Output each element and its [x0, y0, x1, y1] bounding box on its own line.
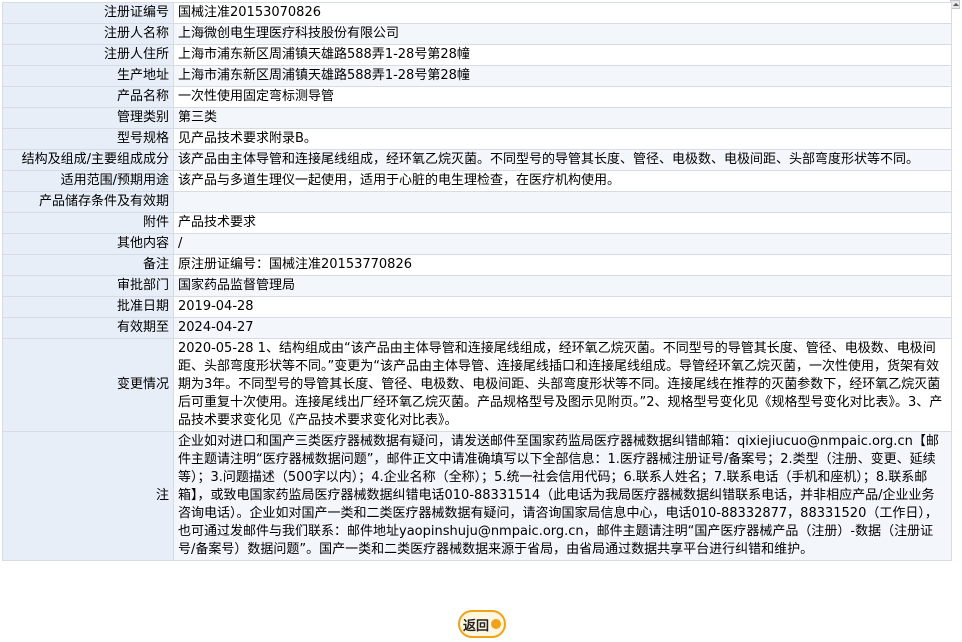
table-row: 结构及组成/主要组成成分 该产品由主体导管和连接尾线组成，经环氧乙烷灭菌。不同型号… — [2, 149, 952, 171]
row-label: 适用范围/预期用途 — [2, 170, 174, 192]
row-value: / — [173, 233, 952, 255]
row-value — [173, 191, 952, 213]
row-value: 2024-04-27 — [173, 317, 952, 339]
row-label: 产品名称 — [2, 86, 174, 108]
row-label: 变更情况 — [2, 338, 174, 432]
row-value: 上海市浦东新区周浦镇天雄路588弄1-28号第28幢 — [173, 65, 952, 87]
table-row: 注册人名称 上海微创电生理医疗科技股份有限公司 — [2, 23, 952, 45]
row-value: 上海市浦东新区周浦镇天雄路588弄1-28号第28幢 — [173, 44, 952, 66]
row-value: 一次性使用固定弯标测导管 — [173, 86, 952, 108]
row-label: 管理类别 — [2, 107, 174, 129]
table-row: 注企业如对进口和国产三类医疗器械数据有疑问，请发送邮件至国家药监局医疗器械数据纠… — [2, 431, 952, 561]
row-value: 见产品技术要求附录B。 — [173, 128, 952, 150]
row-value: 该产品由主体导管和连接尾线组成，经环氧乙烷灭菌。不同型号的导管其长度、管径、电极… — [173, 149, 952, 171]
row-value: 该产品与多道生理仪一起使用，适用于心脏的电生理检查，在医疗机构使用。 — [173, 170, 952, 192]
back-button[interactable]: 返回 — [458, 610, 506, 638]
table-row: 其他内容 / — [2, 233, 952, 255]
row-value: 2019-04-28 — [173, 296, 952, 318]
table-row: 审批部门 国家药品监督管理局 — [2, 275, 952, 297]
row-value: 产品技术要求 — [173, 212, 952, 234]
row-label: 注 — [2, 431, 174, 561]
row-label: 注册人住所 — [2, 44, 174, 66]
row-label: 生产地址 — [2, 65, 174, 87]
table-row: 有效期至 2024-04-27 — [2, 317, 952, 339]
table-row: 备注 原注册证编号：国械注准20153770826 — [2, 254, 952, 276]
row-label: 产品储存条件及有效期 — [2, 191, 174, 213]
table-row: 批准日期 2019-04-28 — [2, 296, 952, 318]
row-value: 企业如对进口和国产三类医疗器械数据有疑问，请发送邮件至国家药监局医疗器械数据纠错… — [173, 431, 952, 561]
table-row: 产品储存条件及有效期 — [2, 191, 952, 213]
row-value: 第三类 — [173, 107, 952, 129]
table-row: 注册人住所 上海市浦东新区周浦镇天雄路588弄1-28号第28幢 — [2, 44, 952, 66]
table-row: 附件 产品技术要求 — [2, 212, 952, 234]
back-button-label: 返回 — [462, 618, 489, 634]
row-label: 其他内容 — [2, 233, 174, 255]
row-value: 上海微创电生理医疗科技股份有限公司 — [173, 23, 952, 45]
row-label: 有效期至 — [2, 317, 174, 339]
row-label: 附件 — [2, 212, 174, 234]
row-label: 结构及组成/主要组成成分 — [2, 149, 174, 171]
row-label: 注册人名称 — [2, 23, 174, 45]
row-label: 注册证编号 — [2, 2, 174, 24]
table-row: 变更情况 2020-05-28 1、结构组成由“该产品由主体导管和连接尾线组成，经… — [2, 338, 952, 432]
row-value: 原注册证编号：国械注准20153770826 — [173, 254, 952, 276]
detail-table: 注册证编号 国械注准20153070826 注册人名称 上海微创电生理医疗科技股份有限… — [2, 2, 952, 561]
arrow-icon — [491, 619, 501, 629]
table-row: 注册证编号 国械注准20153070826 — [2, 2, 952, 24]
row-label: 审批部门 — [2, 275, 174, 297]
page: 注册证编号 国械注准20153070826 注册人名称 上海微创电生理医疗科技股份有限… — [0, 0, 962, 642]
row-label: 备注 — [2, 254, 174, 276]
row-label: 批准日期 — [2, 296, 174, 318]
row-label: 型号规格 — [2, 128, 174, 150]
row-value: 2020-05-28 1、结构组成由“该产品由主体导管和连接尾线组成，经环氧乙烷… — [173, 338, 952, 432]
row-value: 国械注准20153070826 — [173, 2, 952, 24]
table-row: 管理类别 第三类 — [2, 107, 952, 129]
table-row: 生产地址 上海市浦东新区周浦镇天雄路588弄1-28号第28幢 — [2, 65, 952, 87]
table-row: 型号规格 见产品技术要求附录B。 — [2, 128, 952, 150]
table-row: 产品名称 一次性使用固定弯标测导管 — [2, 86, 952, 108]
table-row: 适用范围/预期用途 该产品与多道生理仪一起使用，适用于心脏的电生理检查，在医疗机构… — [2, 170, 952, 192]
row-value: 国家药品监督管理局 — [173, 275, 952, 297]
